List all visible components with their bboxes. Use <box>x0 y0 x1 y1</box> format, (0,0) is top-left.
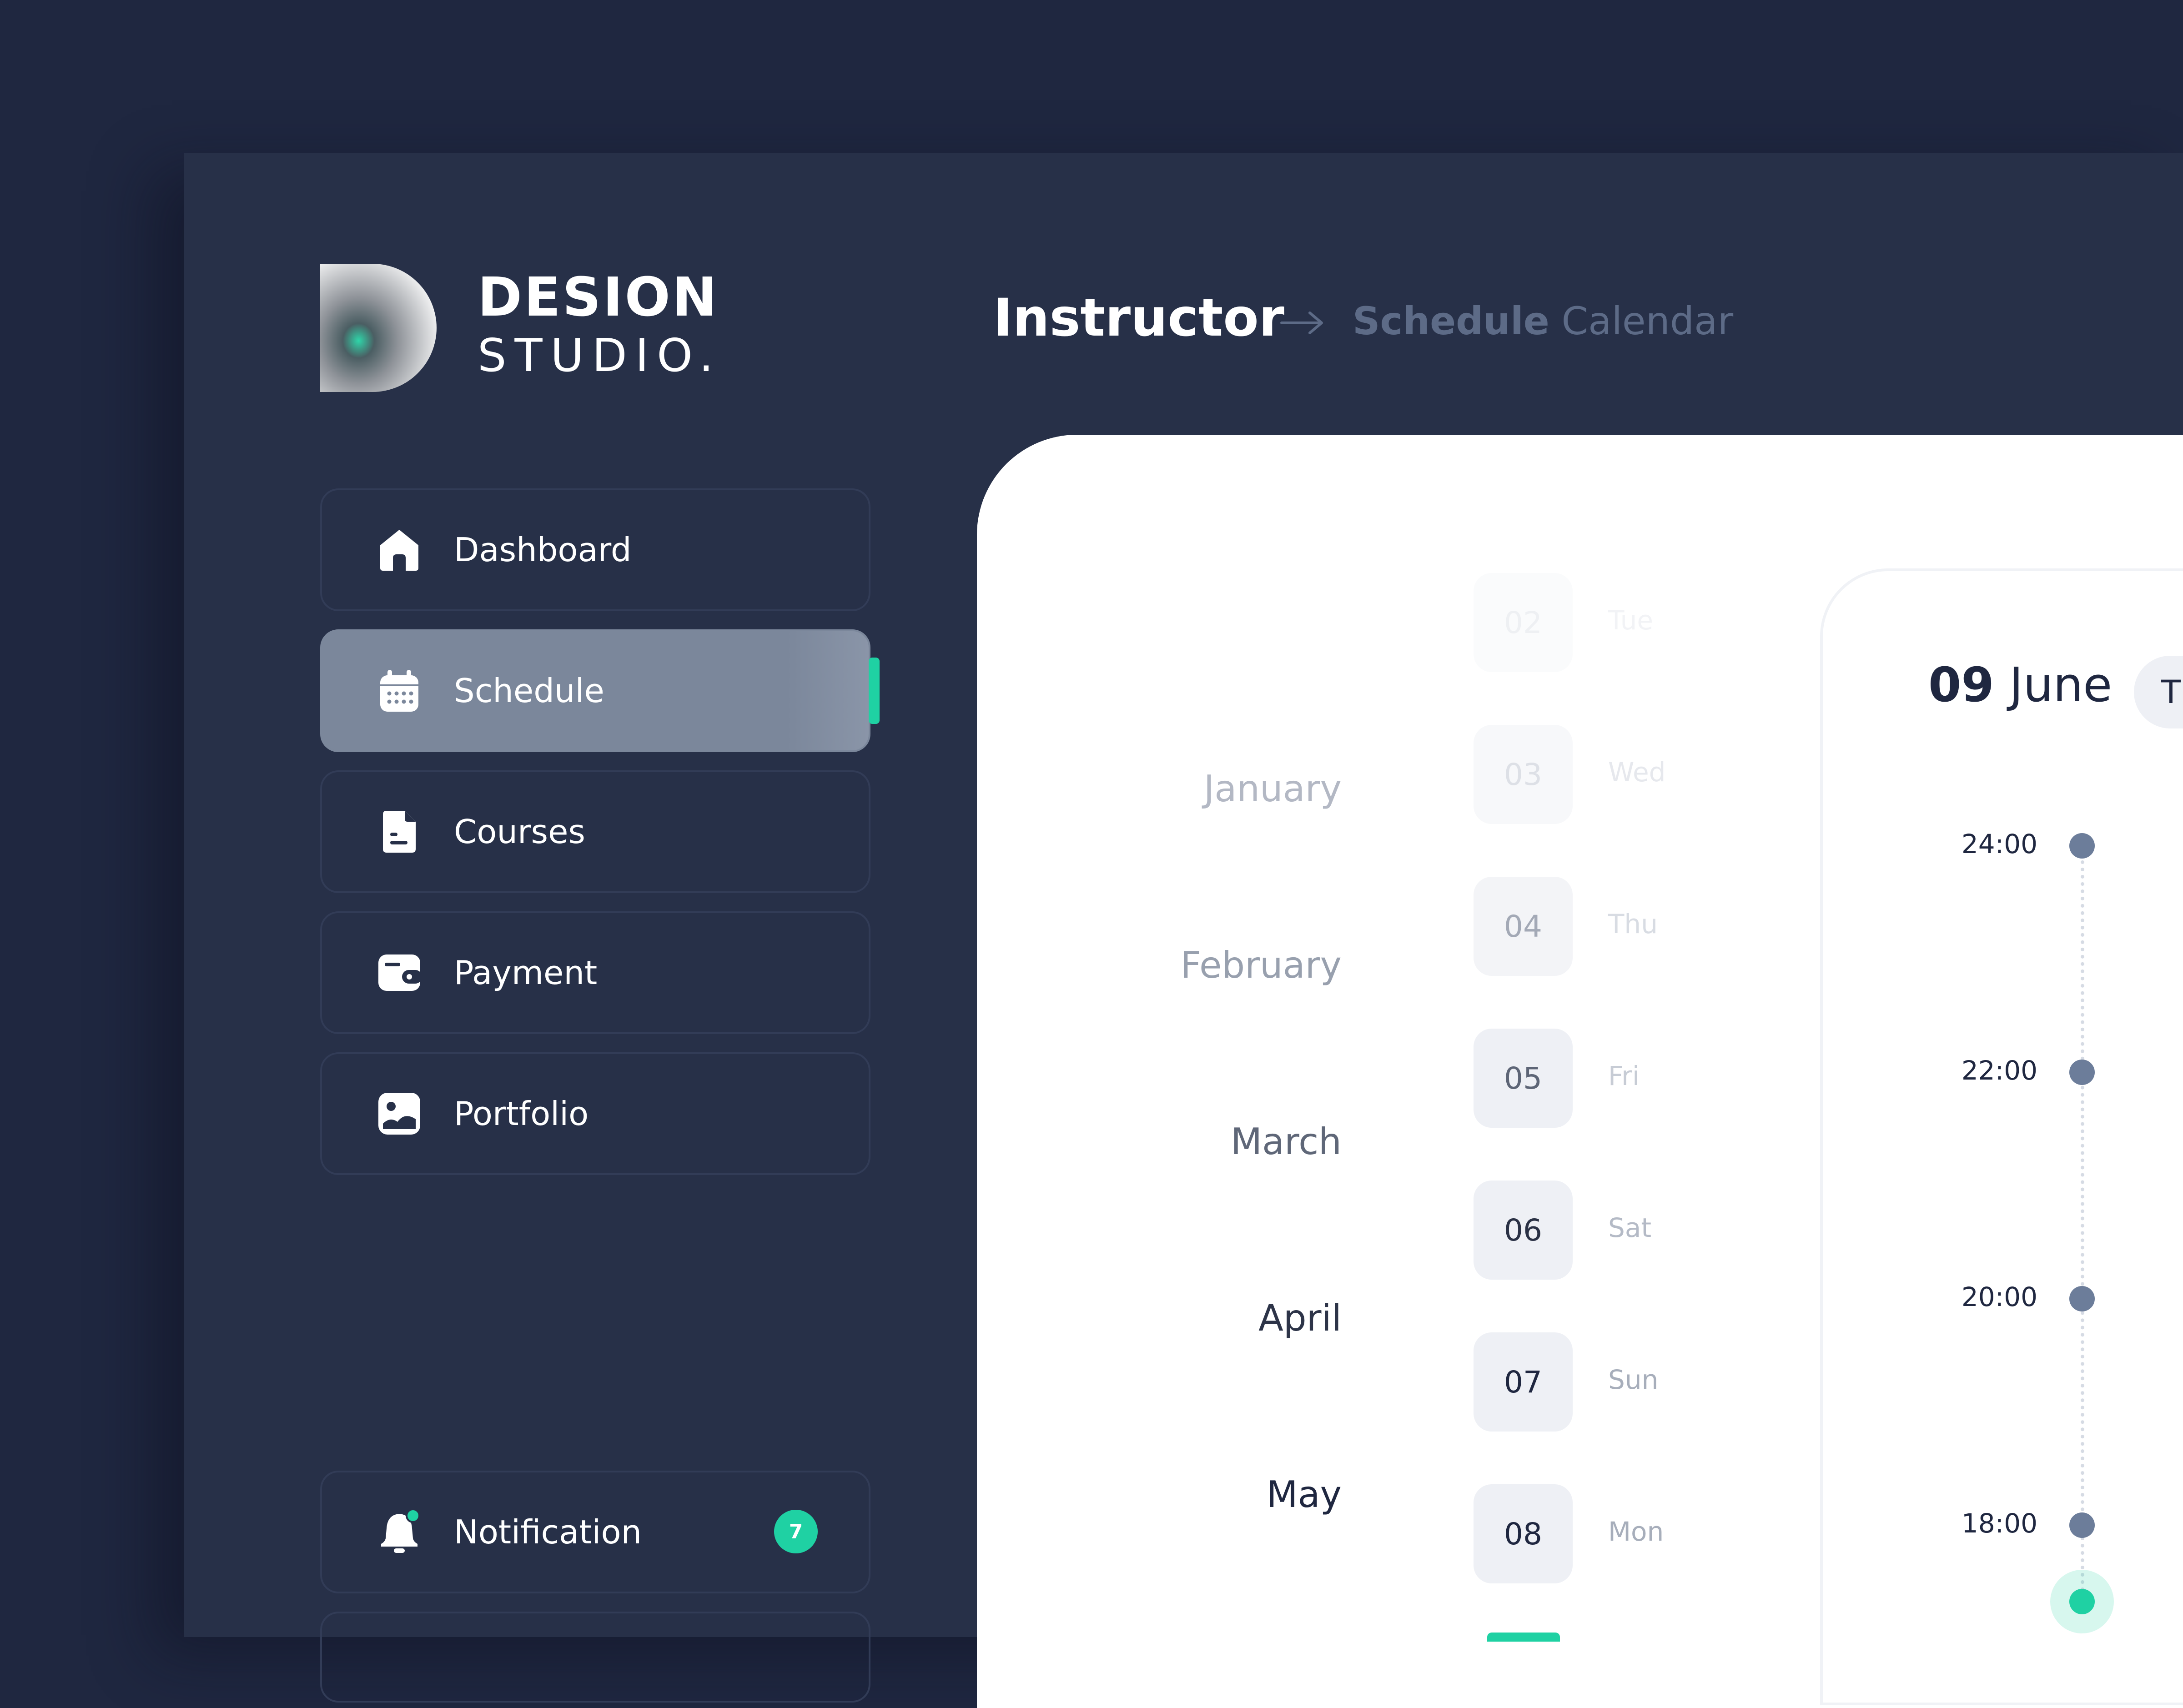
day-tile[interactable]: 04 <box>1474 877 1573 976</box>
sidebar-item-courses[interactable]: Courses <box>320 770 870 893</box>
sidebar-item-label: Portfolio <box>454 1095 589 1133</box>
day-tile[interactable]: 07 <box>1474 1332 1573 1432</box>
sidebar-item-label: Dashboard <box>454 531 632 569</box>
time-label: 22:00 <box>1961 1055 2037 1086</box>
document-icon <box>383 811 416 853</box>
day-name: Wed <box>1608 757 1666 788</box>
brand-subtitle: STUDIO. <box>478 329 722 382</box>
month-may[interactable]: May <box>1267 1473 1342 1516</box>
sidebar-item-dashboard[interactable]: Dashboard <box>320 488 870 611</box>
day-name: Tue <box>1608 605 1654 636</box>
selected-day: 09 <box>1928 657 1994 713</box>
sidebar-item-payment[interactable]: Payment <box>320 911 870 1034</box>
arrow-right-icon <box>1280 311 1323 334</box>
sidebar-item-label: Courses <box>454 813 585 851</box>
brand-name: DESION <box>478 266 719 328</box>
breadcrumb[interactable]: Schedule Calendar <box>1353 302 1733 340</box>
day-tile[interactable]: 03 <box>1474 725 1573 824</box>
day-name: Sat <box>1608 1212 1652 1243</box>
sidebar-item-label: Payment <box>454 954 598 992</box>
selected-day-tile-partial[interactable] <box>1487 1633 1560 1642</box>
sidebar-item-portfolio[interactable]: Portfolio <box>320 1052 870 1175</box>
calendar-icon <box>380 670 418 712</box>
month-march[interactable]: March <box>1231 1120 1342 1163</box>
breadcrumb-bold: Schedule <box>1353 299 1549 343</box>
sidebar-item-label: Schedule <box>454 672 604 710</box>
day-name: Fri <box>1608 1060 1640 1091</box>
timeline-line <box>2081 846 2084 1592</box>
month-february[interactable]: February <box>1181 944 1342 986</box>
day-name: Thu <box>1608 909 1658 939</box>
active-indicator <box>869 658 880 724</box>
logo-icon <box>320 264 437 392</box>
wallet-icon <box>378 954 422 991</box>
sidebar-item-label: Notification <box>454 1513 642 1551</box>
sidebar-item-partial[interactable] <box>320 1612 870 1703</box>
image-icon <box>378 1093 420 1135</box>
selected-date: 09 June <box>1928 661 2112 708</box>
day-tile[interactable]: 06 <box>1474 1181 1573 1280</box>
month-april[interactable]: April <box>1258 1297 1342 1339</box>
day-tile[interactable]: 08 <box>1474 1484 1573 1583</box>
home-icon <box>380 530 418 571</box>
day-tile[interactable]: 02 <box>1474 573 1573 672</box>
day-name: Mon <box>1608 1516 1664 1547</box>
notification-count-badge: 7 <box>774 1510 818 1553</box>
sidebar-item-schedule[interactable]: Schedule <box>320 629 870 752</box>
breadcrumb-rest: Calendar <box>1549 299 1734 343</box>
current-time-marker <box>2069 1589 2095 1614</box>
time-marker <box>2069 833 2095 859</box>
selected-month: June <box>2009 657 2113 713</box>
time-label: 18:00 <box>1961 1508 2037 1539</box>
time-marker <box>2069 1286 2095 1311</box>
bell-icon <box>381 1509 420 1553</box>
day-name: Sun <box>1608 1364 1659 1395</box>
day-tile[interactable]: 05 <box>1474 1029 1573 1128</box>
page-title: Instructor <box>993 287 1284 348</box>
time-marker <box>2069 1060 2095 1085</box>
time-marker <box>2069 1512 2095 1538</box>
time-label: 20:00 <box>1961 1281 2037 1312</box>
time-label: 24:00 <box>1961 829 2037 859</box>
month-january[interactable]: January <box>1204 768 1342 810</box>
